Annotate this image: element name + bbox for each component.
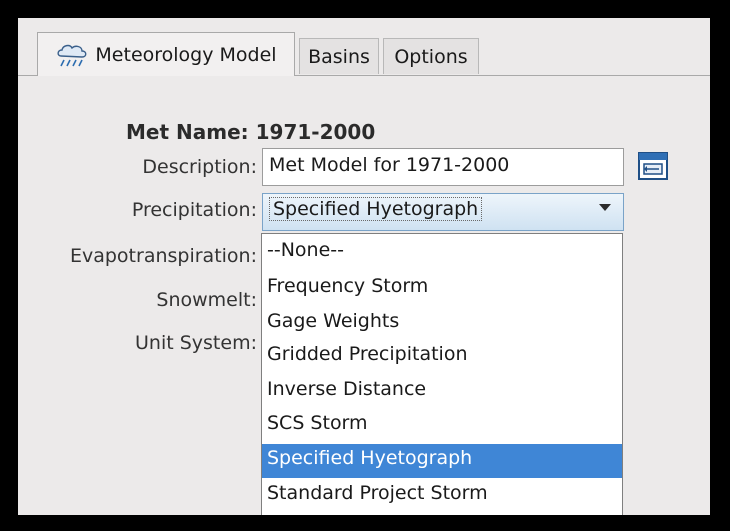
met-name-label: Met Name:	[126, 120, 249, 144]
tab-basins[interactable]: Basins	[299, 38, 379, 74]
tab-options-label: Options	[394, 45, 468, 68]
description-editor-button[interactable]	[637, 150, 669, 182]
unit-system-label: Unit System:	[135, 332, 257, 354]
tab-options[interactable]: Options	[383, 38, 479, 74]
precipitation-selected-value: Specified Hyetograph	[269, 197, 483, 221]
description-label: Description:	[142, 156, 257, 178]
met-name-value: 1971-2000	[255, 120, 376, 144]
dropdown-option[interactable]: Gridded Precipitation	[262, 340, 622, 374]
dropdown-option[interactable]: Inverse Distance	[262, 375, 622, 409]
tab-meteorology-model[interactable]: Meteorology Model	[37, 32, 295, 76]
precipitation-select[interactable]: Specified Hyetograph	[262, 193, 624, 231]
dropdown-option[interactable]: --None--	[262, 236, 622, 270]
tab-basins-label: Basins	[308, 45, 370, 68]
dropdown-option[interactable]: Standard Project Storm	[262, 479, 622, 513]
edit-window-icon	[638, 152, 668, 180]
met-model-window: Meteorology Model Basins Options Met Nam…	[18, 18, 710, 515]
dropdown-option[interactable]: Frequency Storm	[262, 272, 622, 306]
meteorology-model-panel: Met Name: 1971-2000 Description: Met Mod…	[18, 76, 710, 515]
met-name-row: Met Name: 1971-2000	[126, 120, 375, 144]
precipitation-label: Precipitation:	[131, 199, 257, 221]
dropdown-option[interactable]: SCS Storm	[262, 409, 622, 443]
snowmelt-label: Snowmelt:	[156, 289, 257, 311]
chevron-down-icon	[599, 204, 611, 211]
dropdown-option[interactable]: Gage Weights	[262, 307, 622, 341]
description-input[interactable]: Met Model for 1971-2000	[262, 148, 624, 186]
tab-bar: Meteorology Model Basins Options	[18, 18, 710, 82]
evapotranspiration-label: Evapotranspiration:	[69, 245, 257, 267]
dropdown-option-selected[interactable]: Specified Hyetograph	[262, 444, 622, 478]
cloud-rain-icon	[57, 44, 87, 66]
tab-meteorology-model-label: Meteorology Model	[95, 43, 277, 66]
precipitation-dropdown-list[interactable]: --None-- Frequency Storm Gage Weights Gr…	[261, 233, 623, 515]
